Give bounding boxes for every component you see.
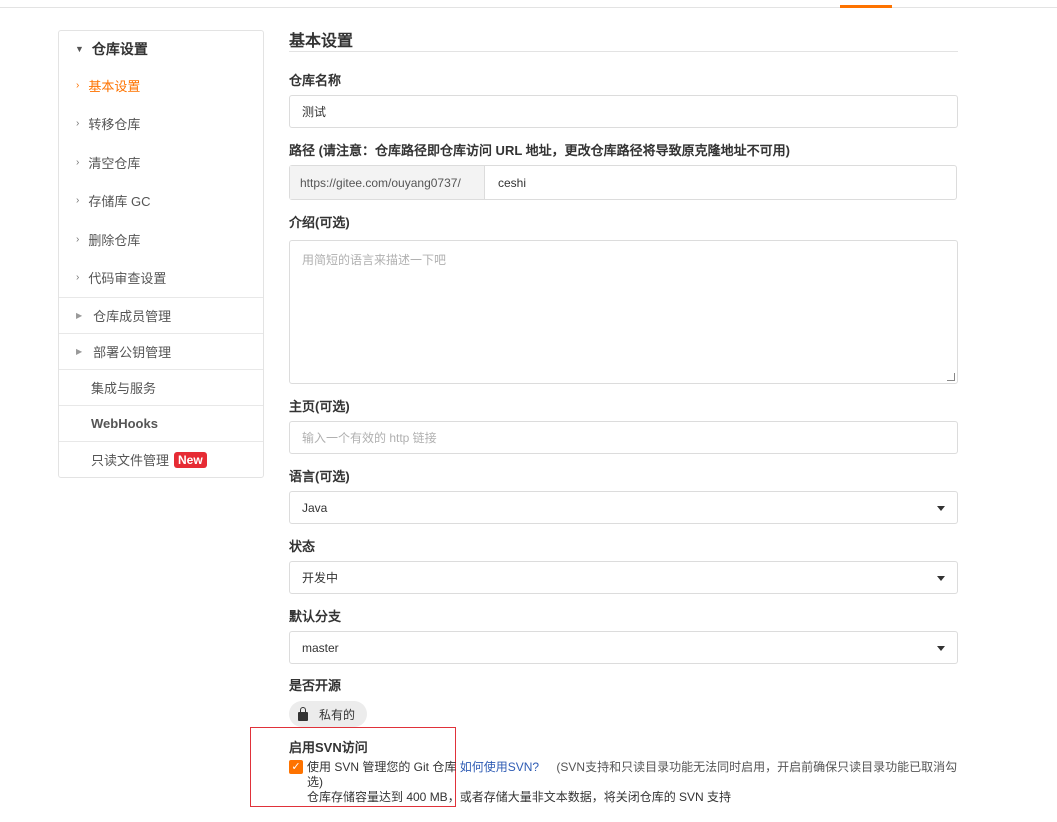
path-input-group: https://gitee.com/ouyang0737/ ceshi xyxy=(289,165,957,200)
homepage-input[interactable]: 输入一个有效的 http 链接 xyxy=(289,421,958,454)
sidebar-group-webhooks[interactable]: WebHooks xyxy=(59,405,263,441)
sidebar-header-repo-settings[interactable]: ▼ 仓库设置 xyxy=(59,31,263,66)
resize-grip-icon[interactable] xyxy=(947,373,955,381)
chevron-right-icon: › xyxy=(76,195,80,207)
chevron-right-icon: › xyxy=(76,79,80,91)
repo-name-input[interactable]: 测试 xyxy=(289,95,958,128)
sidebar-group-label: WebHooks xyxy=(91,416,158,431)
active-tab-indicator xyxy=(840,5,892,8)
sidebar-group-integrations[interactable]: 集成与服务 xyxy=(59,369,263,405)
svn-storage-note: 仓库存储容量达到 400 MB，或者存储大量非文本数据，将关闭仓库的 SVN 支… xyxy=(307,790,732,804)
svn-note-wrap: 选) xyxy=(307,775,323,789)
language-select[interactable]: Java xyxy=(289,491,958,524)
lock-icon xyxy=(298,706,308,721)
sidebar-group-label: 仓库成员管理 xyxy=(93,309,172,324)
repo-name-label: 仓库名称 xyxy=(289,73,342,88)
intro-label: 介绍(可选) xyxy=(289,215,350,230)
dropdown-arrow-icon xyxy=(937,646,945,651)
page-title: 基本设置 xyxy=(289,27,958,52)
sidebar-item-label: 代码审查设置 xyxy=(88,271,167,287)
path-prefix: https://gitee.com/ouyang0737/ xyxy=(290,166,485,199)
chevron-right-icon: › xyxy=(76,118,80,130)
sidebar-group-label: 只读文件管理 xyxy=(91,453,170,468)
language-value: Java xyxy=(302,500,328,515)
intro-placeholder: 用简短的语言来描述一下吧 xyxy=(302,253,447,267)
sidebar-item-label: 删除仓库 xyxy=(88,232,141,248)
sidebar-group-deploy-keys[interactable]: ▶ 部署公钥管理 xyxy=(59,333,263,369)
homepage-label: 主页(可选) xyxy=(289,399,350,414)
sidebar-item-basic-settings[interactable]: › 基本设置 xyxy=(59,66,263,105)
caret-right-icon: ▶ xyxy=(76,347,83,356)
path-input[interactable]: ceshi xyxy=(485,166,956,199)
path-label: 路径 (请注意：仓库路径即仓库访问 URL 地址，更改仓库路径将导致原克隆地址不… xyxy=(289,143,790,158)
sidebar-item-clear-repo[interactable]: › 清空仓库 xyxy=(59,143,263,182)
sidebar-group-label: 部署公钥管理 xyxy=(93,345,172,360)
chevron-right-icon: › xyxy=(76,272,80,284)
language-label: 语言(可选) xyxy=(289,469,350,484)
visibility-value: 私有的 xyxy=(319,707,356,722)
visibility-private-toggle[interactable]: 私有的 xyxy=(289,701,368,727)
dropdown-arrow-icon xyxy=(937,506,945,511)
caret-down-icon: ▼ xyxy=(75,43,84,54)
top-nav-bar xyxy=(0,0,1057,8)
status-select[interactable]: 开发中 xyxy=(289,561,958,594)
sidebar-item-label: 基本设置 xyxy=(88,78,141,94)
basic-settings-form: 基本设置 仓库名称 测试 路径 (请注意：仓库路径即仓库访问 URL 地址，更改… xyxy=(289,27,958,755)
default-branch-label: 默认分支 xyxy=(289,609,342,624)
dropdown-arrow-icon xyxy=(937,576,945,581)
svn-enable-checkbox[interactable]: ✓ xyxy=(289,760,303,774)
sidebar-group-label: 集成与服务 xyxy=(91,381,157,396)
svn-checkbox-text: 使用 SVN 管理您的 Git 仓库 xyxy=(307,760,457,774)
chevron-right-icon: › xyxy=(76,156,80,168)
sidebar-item-code-review[interactable]: › 代码审查设置 xyxy=(59,259,263,298)
intro-textarea[interactable]: 用简短的语言来描述一下吧 xyxy=(289,240,958,384)
sidebar-header-label: 仓库设置 xyxy=(91,40,148,57)
sidebar-item-label: 清空仓库 xyxy=(88,155,141,171)
sidebar-item-transfer-repo[interactable]: › 转移仓库 xyxy=(59,105,263,144)
svn-option-text: 使用 SVN 管理您的 Git 仓库 如何使用SVN? (SVN支持和只读目录功… xyxy=(307,760,957,805)
status-label: 状态 xyxy=(289,539,316,554)
sidebar-item-delete-repo[interactable]: › 删除仓库 xyxy=(59,220,263,259)
sidebar-group-members[interactable]: ▶ 仓库成员管理 xyxy=(59,297,263,333)
new-badge: New xyxy=(174,451,207,468)
opensource-label: 是否开源 xyxy=(289,678,342,693)
svn-note: (SVN支持和只读目录功能无法同时启用，开启前确保只读目录功能已取消勾 xyxy=(556,760,958,774)
svn-help-link[interactable]: 如何使用SVN? xyxy=(460,760,539,774)
sidebar-item-label: 转移仓库 xyxy=(88,117,141,133)
chevron-right-icon: › xyxy=(76,233,80,245)
branch-value: master xyxy=(302,640,339,655)
sidebar-item-label: 存储库 GC xyxy=(88,194,151,210)
sidebar-item-repo-gc[interactable]: › 存储库 GC xyxy=(59,182,263,221)
status-value: 开发中 xyxy=(302,571,339,585)
caret-right-icon: ▶ xyxy=(76,311,83,320)
settings-sidebar: ▼ 仓库设置 › 基本设置 › 转移仓库 › 清空仓库 › 存储库 GC › 删… xyxy=(58,30,264,478)
default-branch-select[interactable]: master xyxy=(289,631,958,664)
sidebar-group-readonly-files[interactable]: 只读文件管理 New xyxy=(59,441,263,477)
